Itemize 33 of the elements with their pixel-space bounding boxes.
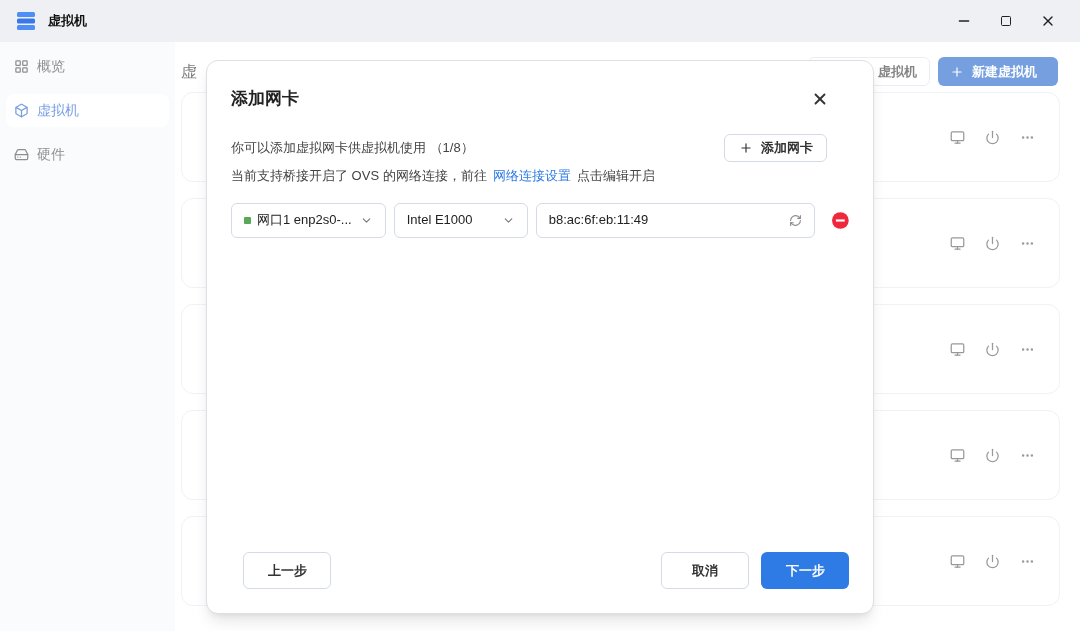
window-title: 虚拟机 bbox=[48, 12, 87, 31]
plus-icon bbox=[738, 141, 753, 155]
model-select[interactable]: Intel E1000 bbox=[393, 202, 528, 238]
port-select[interactable]: 网口1 enp2s0-... bbox=[231, 202, 386, 238]
cube-icon bbox=[14, 103, 29, 118]
dialog-title: 添加网卡 bbox=[231, 88, 299, 111]
back-button[interactable]: 上一步 bbox=[243, 552, 331, 589]
add-nic-button[interactable]: 添加网卡 bbox=[724, 134, 827, 162]
drive-icon bbox=[14, 147, 29, 162]
refresh-icon[interactable] bbox=[789, 213, 803, 227]
next-button[interactable]: 下一步 bbox=[761, 552, 849, 589]
power-icon[interactable] bbox=[985, 341, 1000, 357]
cancel-button[interactable]: 取消 bbox=[661, 552, 749, 589]
monitor-icon[interactable] bbox=[950, 235, 965, 251]
monitor-icon[interactable] bbox=[950, 553, 965, 569]
mac-field[interactable]: b8:ac:6f:eb:11:49 bbox=[535, 202, 816, 238]
maximize-icon[interactable] bbox=[1000, 15, 1012, 27]
power-icon[interactable] bbox=[985, 447, 1000, 463]
page-heading: 虚 bbox=[181, 61, 197, 82]
note-text: 当前支持桥接开启了 OVS 的网络连接，前往 bbox=[231, 167, 487, 185]
network-settings-link[interactable]: 网络连接设置 bbox=[492, 166, 571, 186]
power-icon[interactable] bbox=[985, 129, 1000, 145]
monitor-icon[interactable] bbox=[950, 129, 965, 145]
monitor-icon[interactable] bbox=[950, 341, 965, 357]
grid-icon bbox=[14, 59, 29, 74]
power-icon[interactable] bbox=[985, 235, 1000, 251]
server-stack-icon bbox=[16, 11, 36, 31]
description: 你可以添加虚拟网卡供虚拟机使用 （1/8） bbox=[231, 139, 474, 158]
plus-icon bbox=[950, 64, 964, 79]
remove-icon[interactable] bbox=[832, 211, 849, 229]
power-icon[interactable] bbox=[985, 553, 1000, 569]
monitor-icon[interactable] bbox=[950, 447, 965, 463]
note-text: 点击编辑开启 bbox=[576, 167, 655, 185]
